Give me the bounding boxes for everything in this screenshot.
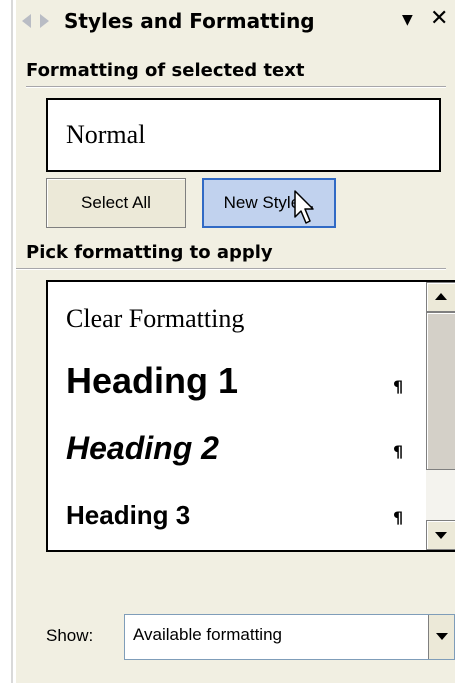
mouse-pointer-icon [294,190,314,224]
paragraph-mark-icon: ¶ [393,377,404,396]
paragraph-mark-icon: ¶ [393,508,404,527]
style-item-heading-2[interactable]: Heading 2 [66,430,219,467]
back-arrow-icon[interactable] [22,14,31,28]
section-divider [26,86,446,88]
formatting-section-header: Formatting of selected text [26,60,305,81]
section-divider [16,268,446,270]
arrow-down-icon [435,532,447,539]
pick-section-header: Pick formatting to apply [26,242,273,263]
show-dropdown[interactable]: Available formatting [124,614,455,660]
style-item-clear-formatting[interactable]: Clear Formatting [66,304,244,334]
show-label: Show: [46,626,94,645]
show-dropdown-value: Available formatting [133,625,282,644]
paragraph-mark-icon: ¶ [393,442,404,461]
style-list[interactable]: Clear Formatting Heading 1 ¶ Heading 2 ¶… [46,280,455,552]
window-edge [0,0,16,683]
arrow-up-icon [435,293,447,300]
style-list-scrollbar[interactable] [426,282,455,550]
current-style-name: Normal [66,120,146,149]
style-item-heading-1[interactable]: Heading 1 [66,360,238,402]
scroll-down-button[interactable] [426,520,455,550]
forward-arrow-icon[interactable] [40,14,49,28]
task-pane-title: Styles and Formatting [64,9,315,33]
task-pane-menu-icon[interactable]: ▼ [402,13,413,27]
task-pane: Styles and Formatting ▼ ✕ Formatting of … [16,0,455,683]
show-dropdown-button[interactable] [428,615,454,659]
current-style-box[interactable]: Normal [46,98,441,172]
window-divider[interactable] [11,0,13,683]
chevron-down-icon [436,633,448,640]
scroll-thumb[interactable] [426,312,455,470]
task-pane-titlebar: Styles and Formatting ▼ ✕ [16,0,455,42]
select-all-button[interactable]: Select All [46,178,186,228]
close-icon[interactable]: ✕ [430,8,448,30]
style-item-heading-3[interactable]: Heading 3 [66,500,190,531]
scroll-up-button[interactable] [426,282,455,312]
